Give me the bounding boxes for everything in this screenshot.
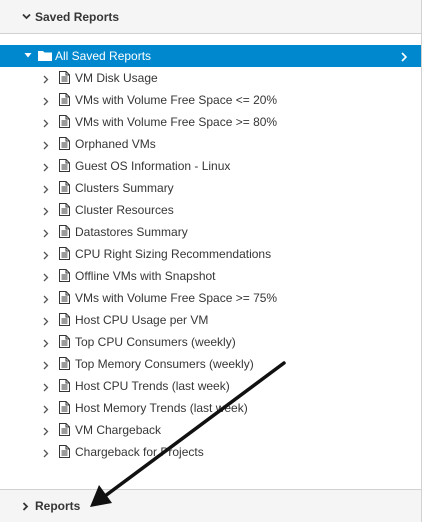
- tree-node-report[interactable]: VM Disk Usage: [0, 67, 421, 89]
- caret-right-icon[interactable]: [43, 447, 49, 461]
- tree-node-report[interactable]: Host CPU Trends (last week): [0, 375, 421, 397]
- tree-node-label: All Saved Reports: [55, 49, 152, 63]
- report-document-icon: [59, 445, 70, 461]
- tree-node-report[interactable]: Datastores Summary: [0, 221, 421, 243]
- report-document-icon: [59, 269, 70, 285]
- report-document-icon: [59, 225, 70, 241]
- tree-node-report[interactable]: VMs with Volume Free Space >= 75%: [0, 287, 421, 309]
- report-document-icon: [59, 247, 70, 263]
- tree-node-label: Host Memory Trends (last week): [75, 401, 248, 415]
- report-document-icon: [59, 181, 70, 197]
- tree-node-label: VMs with Volume Free Space >= 80%: [75, 115, 278, 129]
- reports-accordion-panel: Saved Reports All Saved Reports VM Disk …: [0, 0, 422, 522]
- tree-node-report[interactable]: Top CPU Consumers (weekly): [0, 331, 421, 353]
- report-document-icon: [59, 93, 70, 109]
- chevron-right-icon: [22, 501, 35, 511]
- caret-right-icon[interactable]: [43, 183, 49, 197]
- tree-node-report[interactable]: Offline VMs with Snapshot: [0, 265, 421, 287]
- report-document-icon: [59, 203, 70, 219]
- caret-right-icon[interactable]: [43, 293, 49, 307]
- report-document-icon: [59, 357, 70, 373]
- caret-right-icon[interactable]: [43, 315, 49, 329]
- tree-node-label: Host CPU Trends (last week): [75, 379, 230, 393]
- report-document-icon: [59, 313, 70, 329]
- tree-node-label: VMs with Volume Free Space >= 75%: [75, 291, 278, 305]
- tree-node-label: Datastores Summary: [75, 225, 188, 239]
- folder-icon: [38, 50, 52, 64]
- caret-right-icon[interactable]: [43, 271, 49, 285]
- saved-reports-tree: All Saved Reports VM Disk Usage VMs with …: [0, 45, 421, 463]
- caret-down-icon[interactable]: [24, 50, 32, 65]
- tree-node-label: Chargeback for Projects: [75, 445, 204, 459]
- tree-node-label: Clusters Summary: [75, 181, 174, 195]
- tree-node-label: Guest OS Information - Linux: [75, 159, 231, 173]
- caret-right-icon[interactable]: [43, 161, 49, 175]
- report-document-icon: [59, 137, 70, 153]
- tree-node-label: Cluster Resources: [75, 203, 174, 217]
- saved-reports-accordion-header[interactable]: Saved Reports: [0, 0, 421, 34]
- caret-right-icon[interactable]: [43, 139, 49, 153]
- tree-node-label: Offline VMs with Snapshot: [75, 269, 216, 283]
- tree-node-report[interactable]: VMs with Volume Free Space >= 80%: [0, 111, 421, 133]
- report-document-icon: [59, 115, 70, 131]
- tree-node-report[interactable]: CPU Right Sizing Recommendations: [0, 243, 421, 265]
- tree-node-report[interactable]: VMs with Volume Free Space <= 20%: [0, 89, 421, 111]
- caret-right-icon[interactable]: [43, 95, 49, 109]
- tree-node-all-saved-reports[interactable]: All Saved Reports: [0, 45, 421, 67]
- report-document-icon: [59, 335, 70, 351]
- tree-node-label: VMs with Volume Free Space <= 20%: [75, 93, 278, 107]
- tree-node-label: VM Disk Usage: [75, 71, 158, 85]
- reports-accordion-header[interactable]: Reports: [0, 489, 421, 522]
- report-document-icon: [59, 159, 70, 175]
- saved-reports-accordion-label: Saved Reports: [35, 9, 120, 24]
- tree-node-report[interactable]: Guest OS Information - Linux: [0, 155, 421, 177]
- report-document-icon: [59, 401, 70, 417]
- caret-right-icon[interactable]: [43, 249, 49, 263]
- caret-right-icon[interactable]: [43, 205, 49, 219]
- tree-node-label: Orphaned VMs: [75, 137, 156, 151]
- chevron-right-icon[interactable]: [401, 51, 408, 65]
- report-document-icon: [59, 71, 70, 87]
- tree-node-label: Host CPU Usage per VM: [75, 313, 209, 327]
- tree-node-label: VM Chargeback: [75, 423, 162, 437]
- tree-node-report[interactable]: VM Chargeback: [0, 419, 421, 441]
- caret-right-icon[interactable]: [43, 403, 49, 417]
- tree-node-report[interactable]: Chargeback for Projects: [0, 441, 421, 463]
- tree-node-report[interactable]: Cluster Resources: [0, 199, 421, 221]
- caret-right-icon[interactable]: [43, 337, 49, 351]
- caret-right-icon[interactable]: [43, 117, 49, 131]
- tree-node-report[interactable]: Host CPU Usage per VM: [0, 309, 421, 331]
- tree-node-label: Top Memory Consumers (weekly): [75, 357, 254, 371]
- reports-accordion-label: Reports: [35, 499, 81, 513]
- report-document-icon: [59, 379, 70, 395]
- caret-right-icon[interactable]: [43, 73, 49, 87]
- tree-node-label: CPU Right Sizing Recommendations: [75, 247, 272, 261]
- tree-node-report[interactable]: Top Memory Consumers (weekly): [0, 353, 421, 375]
- caret-right-icon[interactable]: [43, 381, 49, 395]
- report-document-icon: [59, 423, 70, 439]
- caret-right-icon[interactable]: [43, 359, 49, 373]
- chevron-down-icon: [22, 13, 35, 20]
- tree-node-report[interactable]: Clusters Summary: [0, 177, 421, 199]
- caret-right-icon[interactable]: [43, 425, 49, 439]
- tree-node-report[interactable]: Orphaned VMs: [0, 133, 421, 155]
- caret-right-icon[interactable]: [43, 227, 49, 241]
- tree-node-report[interactable]: Host Memory Trends (last week): [0, 397, 421, 419]
- tree-node-label: Top CPU Consumers (weekly): [75, 335, 236, 349]
- report-document-icon: [59, 291, 70, 307]
